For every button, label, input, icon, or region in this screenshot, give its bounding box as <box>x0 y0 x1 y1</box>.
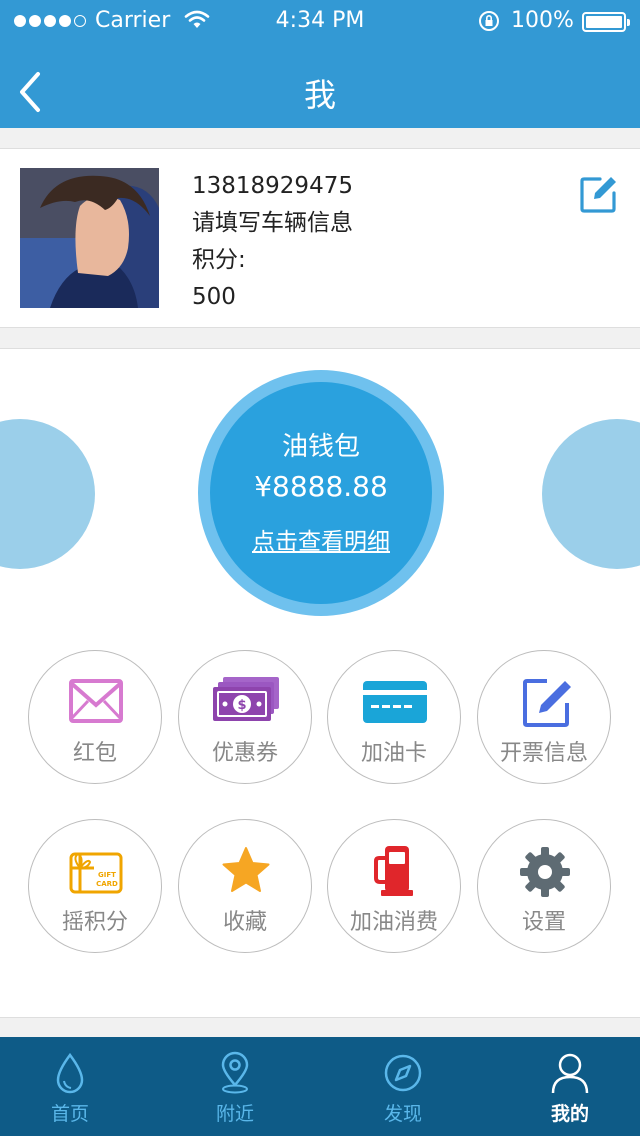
envelope-icon <box>69 679 123 723</box>
edit-icon <box>523 679 571 727</box>
main-panel: 油钱包 ¥8888.88 点击查看明细 红包 $ 优惠券 加油卡 开票信息 GI… <box>0 348 640 1018</box>
grid-item-label: 优惠券 <box>211 741 278 766</box>
page-title: 我 <box>303 76 336 114</box>
cash-icon: $ <box>213 677 279 721</box>
tab-discover[interactable]: 发现 <box>343 1037 463 1136</box>
edit-profile-icon[interactable] <box>578 175 618 215</box>
grid-item-red-packet[interactable]: 红包 <box>28 650 162 784</box>
points-value: 500 <box>192 284 236 310</box>
decorative-circle-left <box>0 419 95 569</box>
gear-icon <box>520 847 570 897</box>
svg-text:$: $ <box>237 698 246 713</box>
grid-item-invoice-info[interactable]: 开票信息 <box>477 650 611 784</box>
phone-number: 13818929475 <box>192 173 353 199</box>
vehicle-info-prompt[interactable]: 请填写车辆信息 <box>192 208 353 245</box>
wallet-title: 油钱包 <box>281 432 360 462</box>
grid-item-label: 收藏 <box>222 910 267 935</box>
svg-text:GIFT: GIFT <box>98 871 116 879</box>
tab-home[interactable]: 首页 <box>10 1037 130 1136</box>
oil-wallet-inner: 油钱包 ¥8888.88 点击查看明细 <box>210 382 432 604</box>
star-icon <box>222 847 270 892</box>
header: Carrier 4:34 PM 100% 我 <box>0 0 640 128</box>
profile-card: 13818929475 请填写车辆信息 积分: 500 <box>0 148 640 328</box>
grid-item-label: 加油消费 <box>349 910 438 935</box>
location-pin-icon <box>221 1051 249 1094</box>
grid-item-label: 摇积分 <box>61 910 128 935</box>
grid-item-fuel-spending[interactable]: 加油消费 <box>327 819 461 953</box>
fuel-pump-icon <box>374 846 413 896</box>
card-icon <box>363 681 427 723</box>
grid-item-label: 红包 <box>72 741 117 766</box>
tab-label: 发现 <box>383 1103 422 1125</box>
tab-bar: 首页 附近 发现 我的 <box>0 1037 640 1136</box>
grid-item-label: 加油卡 <box>360 741 427 766</box>
tab-me[interactable]: 我的 <box>510 1037 630 1136</box>
points-label: 积分: <box>192 247 246 273</box>
grid-item-fuel-card[interactable]: 加油卡 <box>327 650 461 784</box>
profile-info: 13818929475 请填写车辆信息 积分: 500 <box>192 171 353 319</box>
svg-text:CARD: CARD <box>96 880 118 888</box>
oil-wallet[interactable]: 油钱包 ¥8888.88 点击查看明细 <box>198 370 444 616</box>
grid-item-coupons[interactable]: $ 优惠券 <box>178 650 312 784</box>
grid-item-favorites[interactable]: 收藏 <box>178 819 312 953</box>
wallet-balance: ¥8888.88 <box>254 470 388 503</box>
compass-icon <box>384 1054 422 1092</box>
tab-label: 我的 <box>550 1103 589 1125</box>
gift-card-icon: GIFT CARD <box>69 852 123 894</box>
grid-item-settings[interactable]: 设置 <box>477 819 611 953</box>
wallet-details-link[interactable]: 点击查看明细 <box>210 522 432 556</box>
avatar[interactable] <box>20 168 159 308</box>
status-bar: Carrier 4:34 PM 100% <box>0 0 640 42</box>
tab-label: 附近 <box>215 1103 254 1125</box>
person-icon <box>551 1053 589 1094</box>
drop-icon <box>56 1052 84 1094</box>
grid-item-shake-points[interactable]: GIFT CARD 摇积分 <box>28 819 162 953</box>
battery-percentage: 100% <box>511 8 574 33</box>
tab-nearby[interactable]: 附近 <box>175 1037 295 1136</box>
grid-item-label: 开票信息 <box>499 741 588 766</box>
rotation-lock-icon <box>479 11 499 31</box>
decorative-circle-right <box>542 419 640 569</box>
grid-item-label: 设置 <box>521 910 566 935</box>
tab-label: 首页 <box>50 1103 89 1125</box>
battery-icon <box>582 12 630 32</box>
